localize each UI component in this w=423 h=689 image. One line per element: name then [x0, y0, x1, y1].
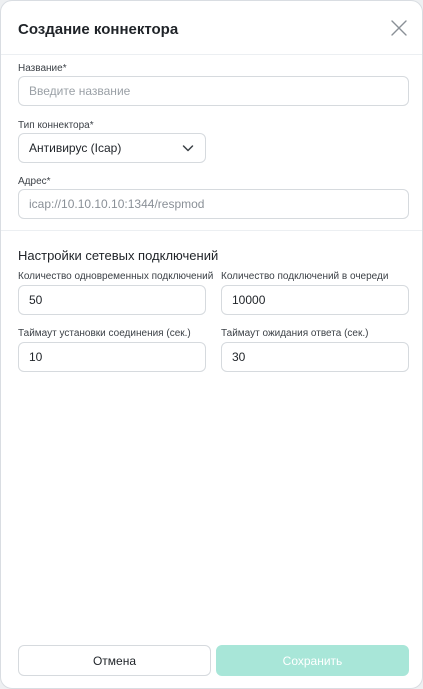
queue-connections-value: 10000 — [232, 293, 266, 307]
chevron-down-icon — [182, 145, 194, 152]
concurrent-connections-label: Количество одновременных подключений — [18, 271, 214, 282]
response-timeout-value: 30 — [232, 350, 246, 364]
queue-connections-label: Количество подключений в очереди — [221, 271, 389, 282]
name-input[interactable] — [29, 84, 398, 98]
dialog-title: Создание коннектора — [18, 21, 179, 38]
concurrent-connections-input[interactable]: 50 — [18, 285, 206, 315]
save-button[interactable]: Сохранить — [216, 645, 409, 676]
name-field-wrapper — [18, 76, 409, 106]
create-connector-dialog: Создание коннектора Название* Тип коннек… — [0, 0, 423, 689]
concurrent-connections-value: 50 — [29, 293, 43, 307]
cancel-button[interactable]: Отмена — [18, 645, 211, 676]
address-field[interactable]: icap://10.10.10.10:1344/respmod — [18, 189, 409, 219]
response-timeout-label: Таймаут ожидания ответа (сек.) — [221, 328, 369, 339]
connector-type-value: Антивирус (Icap) — [29, 141, 122, 155]
section-divider — [1, 230, 422, 231]
close-button[interactable] — [390, 19, 408, 37]
name-label: Название* — [18, 63, 67, 74]
connect-timeout-value: 10 — [29, 350, 43, 364]
address-label: Адрес* — [18, 176, 51, 187]
connect-timeout-input[interactable]: 10 — [18, 342, 206, 372]
close-icon — [391, 20, 407, 36]
connector-type-select[interactable]: Антивирус (Icap) — [18, 133, 206, 163]
dialog-header: Создание коннектора — [1, 1, 422, 55]
connector-type-label: Тип коннектора* — [18, 120, 94, 131]
network-settings-title: Настройки сетевых подключений — [18, 248, 219, 263]
queue-connections-input[interactable]: 10000 — [221, 285, 409, 315]
response-timeout-input[interactable]: 30 — [221, 342, 409, 372]
connect-timeout-label: Таймаут установки соединения (сек.) — [18, 328, 191, 339]
address-value: icap://10.10.10.10:1344/respmod — [29, 197, 205, 211]
